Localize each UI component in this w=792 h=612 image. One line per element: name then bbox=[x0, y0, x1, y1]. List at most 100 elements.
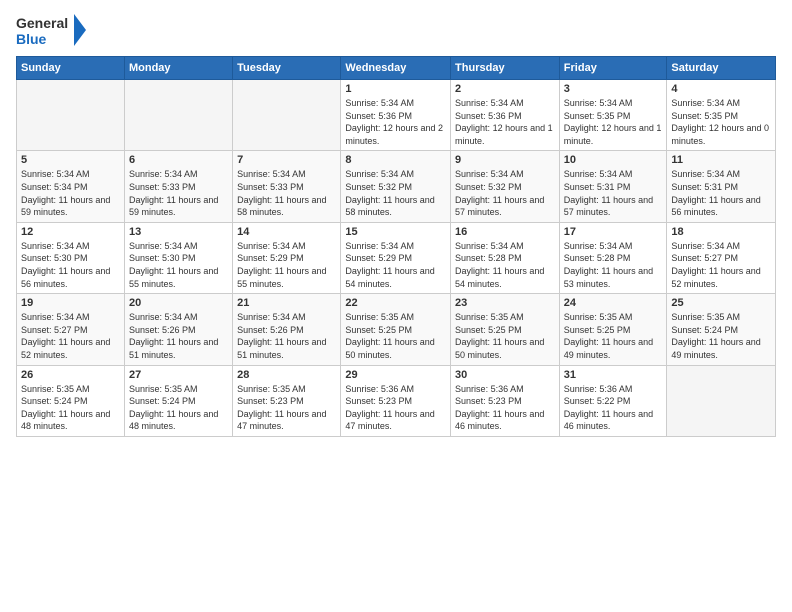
logo: GeneralBlue bbox=[16, 12, 86, 48]
daylight-label: Daylight: 11 hours and 52 minutes. bbox=[21, 337, 110, 360]
day-info: Sunrise: 5:34 AMSunset: 5:26 PMDaylight:… bbox=[237, 311, 336, 361]
calendar-day-cell: 28Sunrise: 5:35 AMSunset: 5:23 PMDayligh… bbox=[233, 365, 341, 436]
day-info: Sunrise: 5:35 AMSunset: 5:25 PMDaylight:… bbox=[455, 311, 555, 361]
sunrise-info: Sunrise: 5:35 AM bbox=[237, 384, 306, 394]
calendar-day-cell: 16Sunrise: 5:34 AMSunset: 5:28 PMDayligh… bbox=[451, 222, 560, 293]
day-info: Sunrise: 5:35 AMSunset: 5:24 PMDaylight:… bbox=[21, 383, 120, 433]
calendar-day-cell: 6Sunrise: 5:34 AMSunset: 5:33 PMDaylight… bbox=[124, 151, 232, 222]
calendar-day-cell: 12Sunrise: 5:34 AMSunset: 5:30 PMDayligh… bbox=[17, 222, 125, 293]
day-number: 29 bbox=[345, 369, 446, 381]
calendar-day-cell: 14Sunrise: 5:34 AMSunset: 5:29 PMDayligh… bbox=[233, 222, 341, 293]
day-number: 10 bbox=[564, 154, 663, 166]
daylight-label: Daylight: 11 hours and 46 minutes. bbox=[455, 409, 544, 432]
day-info: Sunrise: 5:34 AMSunset: 5:35 PMDaylight:… bbox=[564, 97, 663, 147]
day-number: 7 bbox=[237, 154, 336, 166]
daylight-label: Daylight: 11 hours and 54 minutes. bbox=[455, 266, 544, 289]
calendar-day-cell: 2Sunrise: 5:34 AMSunset: 5:36 PMDaylight… bbox=[451, 80, 560, 151]
sunset-info: Sunset: 5:34 PM bbox=[21, 182, 88, 192]
day-info: Sunrise: 5:34 AMSunset: 5:33 PMDaylight:… bbox=[237, 168, 336, 218]
day-info: Sunrise: 5:34 AMSunset: 5:34 PMDaylight:… bbox=[21, 168, 120, 218]
daylight-label: Daylight: 12 hours and 1 minute. bbox=[455, 123, 553, 146]
calendar-day-cell bbox=[124, 80, 232, 151]
day-info: Sunrise: 5:34 AMSunset: 5:30 PMDaylight:… bbox=[129, 240, 228, 290]
sunset-info: Sunset: 5:35 PM bbox=[671, 111, 738, 121]
weekday-header-sunday: Sunday bbox=[17, 57, 125, 80]
calendar-day-cell: 18Sunrise: 5:34 AMSunset: 5:27 PMDayligh… bbox=[667, 222, 776, 293]
sunset-info: Sunset: 5:36 PM bbox=[455, 111, 522, 121]
sunrise-info: Sunrise: 5:34 AM bbox=[237, 241, 306, 251]
day-info: Sunrise: 5:34 AMSunset: 5:27 PMDaylight:… bbox=[671, 240, 771, 290]
daylight-label: Daylight: 11 hours and 47 minutes. bbox=[345, 409, 434, 432]
sunrise-info: Sunrise: 5:35 AM bbox=[671, 312, 740, 322]
daylight-label: Daylight: 11 hours and 48 minutes. bbox=[129, 409, 218, 432]
day-number: 25 bbox=[671, 297, 771, 309]
sunset-info: Sunset: 5:31 PM bbox=[564, 182, 631, 192]
weekday-header-thursday: Thursday bbox=[451, 57, 560, 80]
day-info: Sunrise: 5:36 AMSunset: 5:23 PMDaylight:… bbox=[455, 383, 555, 433]
calendar-day-cell: 13Sunrise: 5:34 AMSunset: 5:30 PMDayligh… bbox=[124, 222, 232, 293]
calendar-day-cell: 15Sunrise: 5:34 AMSunset: 5:29 PMDayligh… bbox=[341, 222, 451, 293]
day-number: 28 bbox=[237, 369, 336, 381]
sunset-info: Sunset: 5:24 PM bbox=[21, 396, 88, 406]
day-number: 9 bbox=[455, 154, 555, 166]
daylight-label: Daylight: 12 hours and 2 minutes. bbox=[345, 123, 443, 146]
day-number: 22 bbox=[345, 297, 446, 309]
sunrise-info: Sunrise: 5:35 AM bbox=[129, 384, 198, 394]
daylight-label: Daylight: 11 hours and 51 minutes. bbox=[237, 337, 326, 360]
sunrise-info: Sunrise: 5:34 AM bbox=[455, 98, 524, 108]
sunset-info: Sunset: 5:27 PM bbox=[671, 253, 738, 263]
sunrise-info: Sunrise: 5:35 AM bbox=[345, 312, 414, 322]
sunset-info: Sunset: 5:29 PM bbox=[345, 253, 412, 263]
calendar-week-row: 12Sunrise: 5:34 AMSunset: 5:30 PMDayligh… bbox=[17, 222, 776, 293]
sunrise-info: Sunrise: 5:35 AM bbox=[564, 312, 633, 322]
weekday-header-friday: Friday bbox=[559, 57, 667, 80]
day-number: 31 bbox=[564, 369, 663, 381]
sunrise-info: Sunrise: 5:34 AM bbox=[564, 241, 633, 251]
svg-text:Blue: Blue bbox=[16, 31, 47, 47]
sunset-info: Sunset: 5:22 PM bbox=[564, 396, 631, 406]
day-info: Sunrise: 5:34 AMSunset: 5:31 PMDaylight:… bbox=[564, 168, 663, 218]
calendar-day-cell: 23Sunrise: 5:35 AMSunset: 5:25 PMDayligh… bbox=[451, 294, 560, 365]
sunset-info: Sunset: 5:35 PM bbox=[564, 111, 631, 121]
day-info: Sunrise: 5:34 AMSunset: 5:28 PMDaylight:… bbox=[564, 240, 663, 290]
day-number: 6 bbox=[129, 154, 228, 166]
calendar-week-row: 26Sunrise: 5:35 AMSunset: 5:24 PMDayligh… bbox=[17, 365, 776, 436]
day-number: 16 bbox=[455, 226, 555, 238]
day-number: 3 bbox=[564, 83, 663, 95]
sunset-info: Sunset: 5:29 PM bbox=[237, 253, 304, 263]
sunrise-info: Sunrise: 5:34 AM bbox=[237, 169, 306, 179]
sunset-info: Sunset: 5:25 PM bbox=[455, 325, 522, 335]
calendar-week-row: 1Sunrise: 5:34 AMSunset: 5:36 PMDaylight… bbox=[17, 80, 776, 151]
day-info: Sunrise: 5:34 AMSunset: 5:32 PMDaylight:… bbox=[455, 168, 555, 218]
day-number: 24 bbox=[564, 297, 663, 309]
sunset-info: Sunset: 5:36 PM bbox=[345, 111, 412, 121]
calendar-day-cell: 11Sunrise: 5:34 AMSunset: 5:31 PMDayligh… bbox=[667, 151, 776, 222]
sunrise-info: Sunrise: 5:34 AM bbox=[671, 169, 740, 179]
sunrise-info: Sunrise: 5:34 AM bbox=[564, 169, 633, 179]
daylight-label: Daylight: 11 hours and 48 minutes. bbox=[21, 409, 110, 432]
calendar-day-cell bbox=[233, 80, 341, 151]
logo-svg: GeneralBlue bbox=[16, 12, 86, 48]
calendar-day-cell: 26Sunrise: 5:35 AMSunset: 5:24 PMDayligh… bbox=[17, 365, 125, 436]
daylight-label: Daylight: 11 hours and 55 minutes. bbox=[129, 266, 218, 289]
calendar-day-cell: 10Sunrise: 5:34 AMSunset: 5:31 PMDayligh… bbox=[559, 151, 667, 222]
sunset-info: Sunset: 5:27 PM bbox=[21, 325, 88, 335]
day-info: Sunrise: 5:34 AMSunset: 5:36 PMDaylight:… bbox=[345, 97, 446, 147]
day-number: 21 bbox=[237, 297, 336, 309]
day-number: 30 bbox=[455, 369, 555, 381]
day-info: Sunrise: 5:34 AM Sunset: 5:36 PM Daylight:… bbox=[455, 97, 555, 147]
sunset-info: Sunset: 5:28 PM bbox=[455, 253, 522, 263]
daylight-label: Daylight: 11 hours and 49 minutes. bbox=[564, 337, 653, 360]
day-info: Sunrise: 5:34 AMSunset: 5:30 PMDaylight:… bbox=[21, 240, 120, 290]
sunrise-info: Sunrise: 5:34 AM bbox=[21, 241, 90, 251]
page-header: GeneralBlue bbox=[16, 12, 776, 48]
daylight-label: Daylight: 11 hours and 57 minutes. bbox=[455, 195, 544, 218]
sunset-info: Sunset: 5:23 PM bbox=[455, 396, 522, 406]
day-info: Sunrise: 5:36 AMSunset: 5:23 PMDaylight:… bbox=[345, 383, 446, 433]
day-number: 20 bbox=[129, 297, 228, 309]
daylight-label: Daylight: 11 hours and 56 minutes. bbox=[671, 195, 760, 218]
day-info: Sunrise: 5:35 AMSunset: 5:24 PMDaylight:… bbox=[129, 383, 228, 433]
svg-text:General: General bbox=[16, 15, 68, 31]
daylight-label: Daylight: 11 hours and 46 minutes. bbox=[564, 409, 653, 432]
sunset-info: Sunset: 5:23 PM bbox=[345, 396, 412, 406]
